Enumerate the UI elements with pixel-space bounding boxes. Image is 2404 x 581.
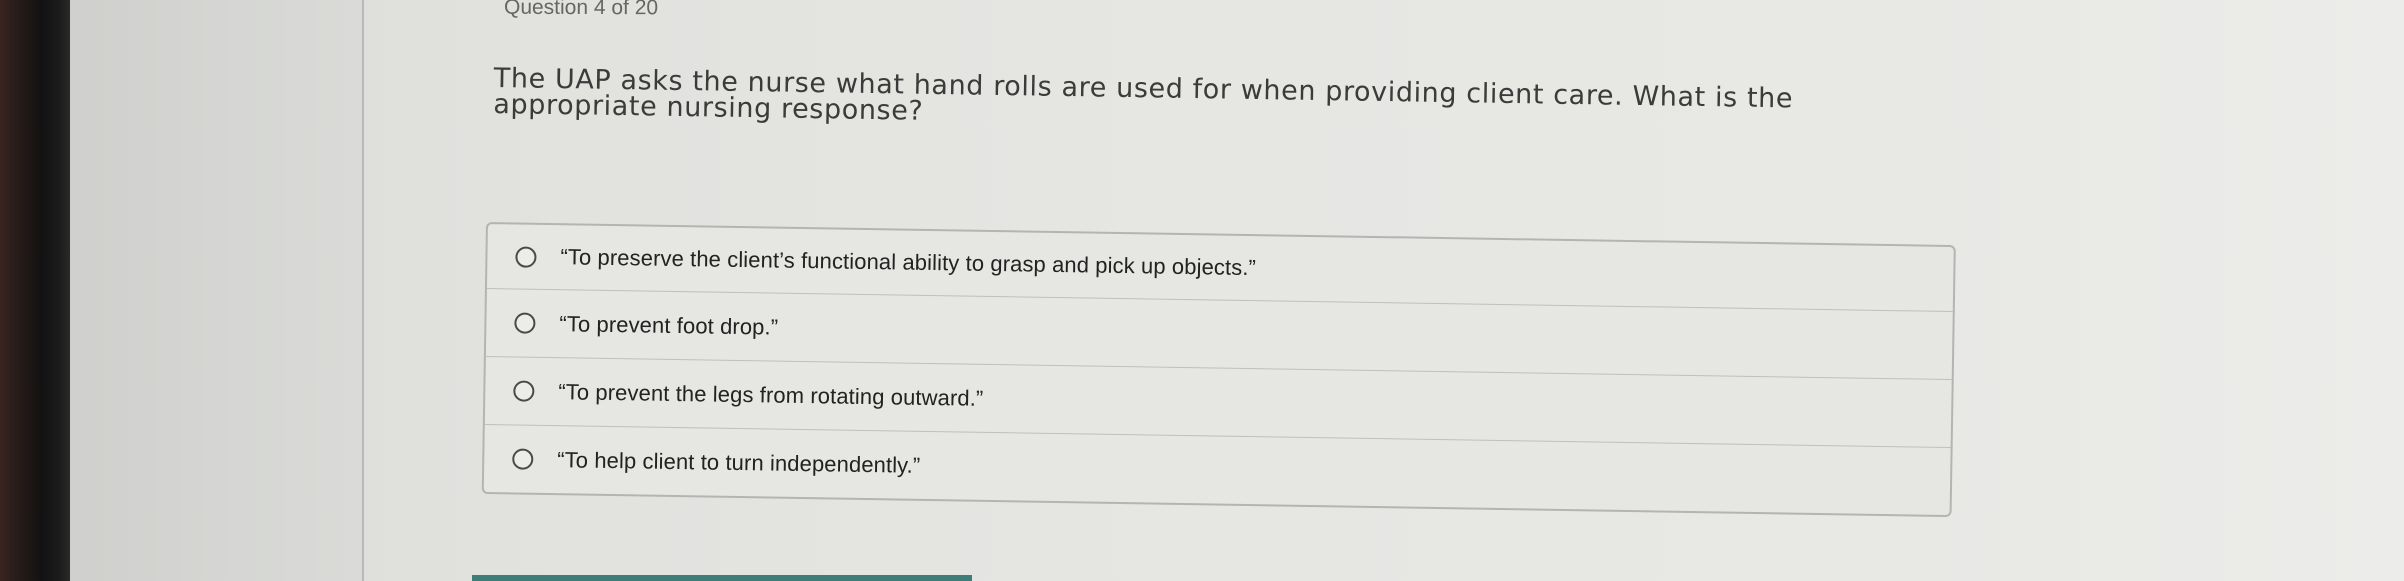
radio-button-icon[interactable] (513, 380, 535, 402)
radio-button-icon[interactable] (515, 245, 537, 268)
question-content: Question 4 of 20 The UAP asks the nurse … (364, 0, 2404, 581)
answer-option-label: “To prevent the legs from rotating outwa… (558, 378, 984, 411)
question-counter: Question 4 of 20 (503, 0, 659, 20)
submit-button-edge[interactable] (472, 575, 972, 581)
answer-option-label: “To help client to turn independently.” (557, 446, 921, 478)
screen-bezel (0, 0, 70, 581)
answer-option-label: “To preserve the client’s functional abi… (560, 244, 1257, 281)
answer-option-label: “To prevent foot drop.” (559, 310, 779, 340)
left-sidebar-panel (70, 0, 364, 581)
question-prompt: The UAP asks the nurse what hand rolls a… (493, 63, 1794, 127)
radio-button-icon[interactable] (512, 448, 534, 470)
radio-button-icon[interactable] (514, 312, 536, 334)
answer-options-list: “To preserve the client’s functional abi… (481, 222, 1956, 518)
